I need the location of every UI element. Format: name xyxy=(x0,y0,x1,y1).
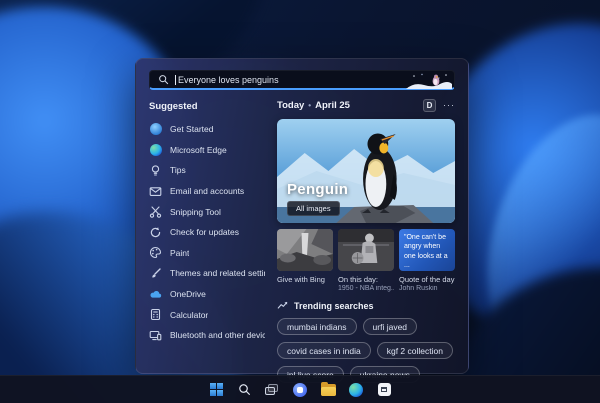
suggested-title: Suggested xyxy=(149,101,198,112)
daily-date: Today • April 25 xyxy=(277,100,350,111)
card-on-this-day[interactable]: On this day: 1950 - NBA integ... xyxy=(338,229,394,292)
sidebar-item-snipping-tool[interactable]: Snipping Tool xyxy=(149,201,265,222)
on-this-day-photo xyxy=(338,229,394,271)
search-icon xyxy=(159,75,169,85)
quote-text: "One can't be angry when one looks at a … xyxy=(399,229,455,271)
sidebar-item-get-started[interactable]: Get Started xyxy=(149,119,265,140)
sidebar-item-calculator[interactable]: Calculator xyxy=(149,304,265,325)
get-started-icon xyxy=(149,123,162,136)
card-caption: Quote of the day: xyxy=(399,275,455,284)
sidebar-item-check-updates[interactable]: Check for updates xyxy=(149,222,265,243)
trending-icon xyxy=(277,301,288,309)
scissors-icon xyxy=(149,205,162,218)
card-subcaption: 1950 - NBA integ... xyxy=(338,285,394,292)
sidebar-item-bluetooth-devices[interactable]: Bluetooth and other devices sett... xyxy=(149,325,265,346)
trending-pills: mumbai indians urfi javed covid cases in… xyxy=(277,318,455,383)
hero-title: Penguin xyxy=(287,181,349,198)
windows-start-icon[interactable] xyxy=(208,381,225,398)
give-with-bing-photo xyxy=(277,229,333,271)
store-icon[interactable] xyxy=(376,381,393,398)
lightbulb-icon xyxy=(149,164,162,177)
penguin-illustration-icon xyxy=(406,73,452,89)
more-options-button[interactable]: ··· xyxy=(443,101,455,110)
palette-icon xyxy=(149,246,162,259)
edge-icon xyxy=(149,143,162,156)
taskbar xyxy=(0,375,600,403)
daily-content: Today • April 25 D ··· Penguin All image… xyxy=(277,99,455,383)
sidebar-item-email-accounts[interactable]: Email and accounts xyxy=(149,181,265,202)
suggested-section: Suggested Get Started Microsoft Edge Tip… xyxy=(149,99,265,383)
sidebar-item-themes[interactable]: Themes and related settings xyxy=(149,263,265,284)
file-explorer-icon[interactable] xyxy=(320,381,337,398)
card-quote-of-the-day[interactable]: "One can't be angry when one looks at a … xyxy=(399,229,455,292)
dot-separator: • xyxy=(308,101,312,110)
hero-penguin-card[interactable]: Penguin All images xyxy=(277,119,455,223)
card-caption: On this day: xyxy=(338,275,379,284)
refresh-icon xyxy=(149,226,162,239)
search-bar[interactable] xyxy=(149,70,455,90)
sidebar-item-paint[interactable]: Paint xyxy=(149,243,265,264)
trending-pill[interactable]: urfi javed xyxy=(362,318,418,335)
sidebar-item-onedrive[interactable]: OneDrive xyxy=(149,284,265,305)
all-images-button[interactable]: All images xyxy=(287,201,340,216)
sidebar-item-tips[interactable]: Tips xyxy=(149,160,265,181)
cloud-icon xyxy=(149,288,162,301)
trending-pill[interactable]: mumbai indians xyxy=(277,318,357,335)
taskbar-search-icon[interactable] xyxy=(236,381,253,398)
sidebar-item-microsoft-edge[interactable]: Microsoft Edge xyxy=(149,140,265,161)
task-view-icon[interactable] xyxy=(264,381,281,398)
search-flyout-panel: Suggested Get Started Microsoft Edge Tip… xyxy=(135,58,469,383)
trending-title: Trending searches xyxy=(294,300,374,311)
text-caret xyxy=(175,74,176,85)
card-caption: Give with Bing xyxy=(277,275,325,284)
profile-badge[interactable]: D xyxy=(423,99,436,112)
card-give-with-bing[interactable]: Give with Bing xyxy=(277,229,333,292)
envelope-icon xyxy=(149,185,162,198)
edge-browser-icon[interactable] xyxy=(348,381,365,398)
trending-pill[interactable]: kgf 2 collection xyxy=(376,342,453,359)
brush-icon xyxy=(149,267,162,280)
chat-icon[interactable] xyxy=(292,381,309,398)
calculator-icon xyxy=(149,308,162,321)
devices-icon xyxy=(149,329,162,342)
trending-pill[interactable]: covid cases in india xyxy=(277,342,371,359)
card-subcaption: John Ruskin xyxy=(399,285,438,292)
